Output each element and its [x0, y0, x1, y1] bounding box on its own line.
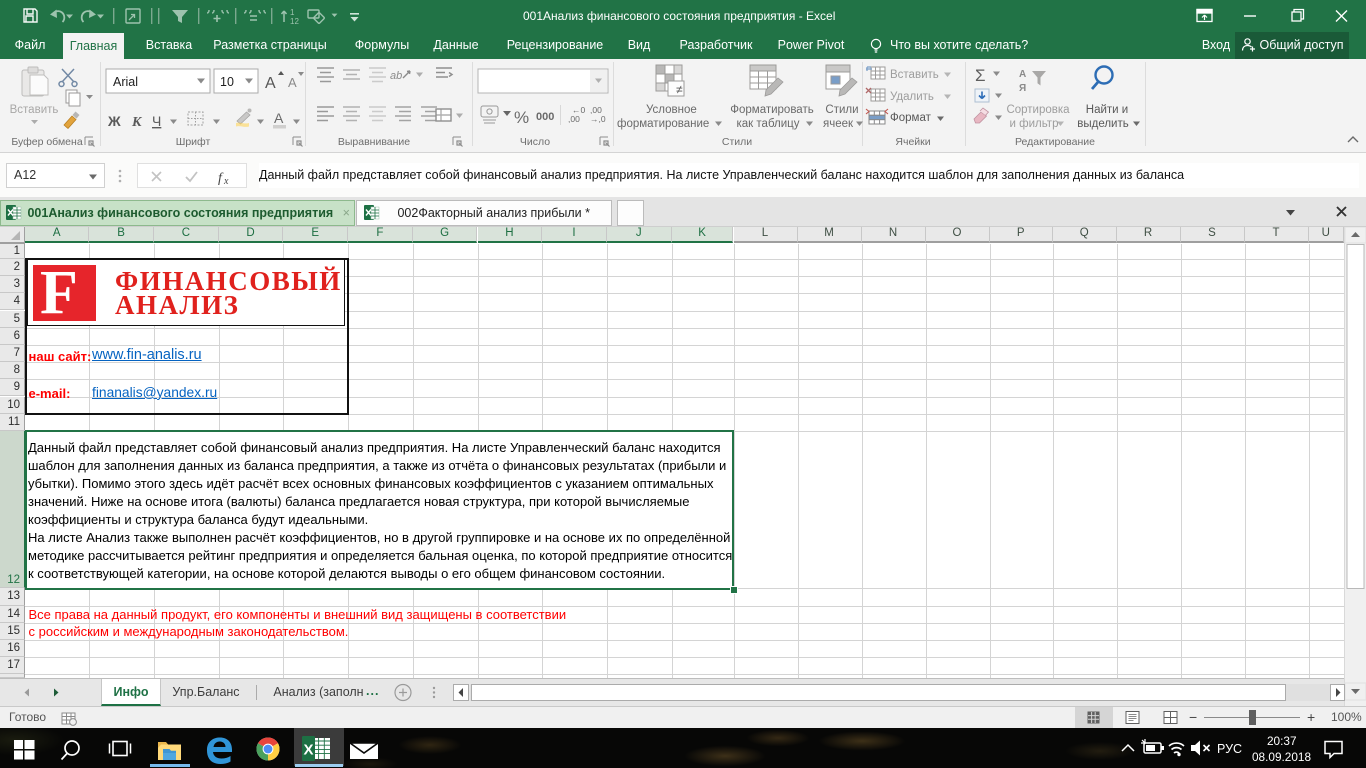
svg-text:08.09.2018: 08.09.2018 [1252, 750, 1311, 764]
svg-text:Сортировка: Сортировка [1006, 104, 1070, 116]
svg-text:Найти и: Найти и [1086, 104, 1128, 116]
svg-text:000: 000 [536, 111, 554, 123]
svg-text:Форматировать: Форматировать [730, 104, 813, 116]
svg-text:%: % [514, 108, 529, 127]
svg-text:Условное: Условное [646, 104, 697, 116]
svg-text:Стили: Стили [722, 136, 752, 148]
svg-text:X: X [304, 742, 314, 759]
svg-text:К: К [131, 115, 143, 130]
svg-text:Стили: Стили [825, 104, 858, 116]
svg-text:А: А [274, 110, 284, 126]
svg-text:форматирование: форматирование [617, 118, 709, 130]
svg-text:Σ: Σ [975, 66, 986, 85]
svg-text:и фильтр: и фильтр [1010, 118, 1059, 130]
svg-text:Вставить: Вставить [890, 69, 939, 81]
svg-text:1: 1 [290, 8, 295, 17]
svg-text:Вставить: Вставить [10, 104, 59, 116]
svg-text:,00: ,00 [568, 114, 580, 124]
svg-text:как таблицу: как таблицу [737, 118, 800, 130]
svg-text:12: 12 [290, 17, 299, 26]
svg-text:≠: ≠ [676, 83, 683, 97]
svg-text:Я: Я [1019, 83, 1026, 94]
svg-text:Выравнивание: Выравнивание [338, 136, 410, 148]
svg-text:РУС: РУС [1217, 742, 1242, 756]
svg-text:Буфер обмена: Буфер обмена [11, 136, 83, 148]
svg-text:20:37: 20:37 [1267, 734, 1297, 748]
svg-text:Ж: Ж [107, 113, 121, 129]
svg-text:Удалить: Удалить [890, 91, 934, 103]
svg-text:ячеек: ячеек [823, 118, 854, 130]
svg-text:Число: Число [520, 136, 550, 148]
svg-text:А: А [288, 75, 297, 90]
svg-text:10: 10 [220, 75, 234, 89]
svg-text:ab: ab [390, 70, 402, 82]
svg-text:А: А [265, 75, 276, 92]
svg-text:Ячейки: Ячейки [895, 136, 930, 148]
svg-text:выделить: выделить [1077, 118, 1129, 130]
svg-text:Формат: Формат [890, 112, 932, 124]
svg-text:Редактирование: Редактирование [1015, 136, 1095, 148]
svg-text:x: x [223, 176, 229, 187]
svg-text:Шрифт: Шрифт [176, 136, 211, 148]
svg-text:→,0: →,0 [590, 114, 606, 124]
svg-text:Ч: Ч [152, 113, 161, 129]
svg-text:А: А [1019, 69, 1026, 80]
svg-text:Arial: Arial [113, 75, 138, 89]
